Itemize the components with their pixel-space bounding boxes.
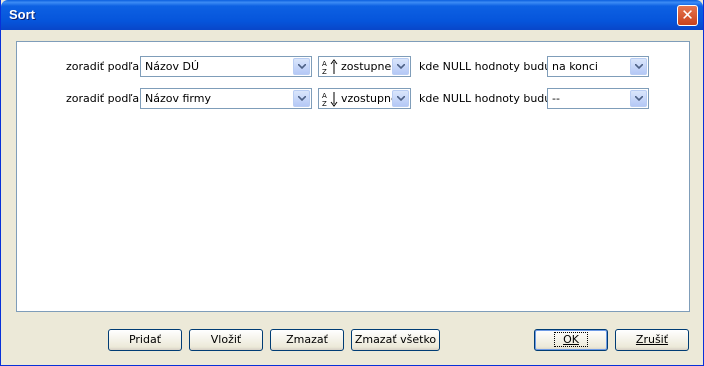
chevron-down-icon[interactable] <box>630 58 647 75</box>
delete-button[interactable]: Zmazať <box>270 329 344 351</box>
sort-field-value: Názov firmy <box>145 92 211 105</box>
svg-text:Z: Z <box>322 68 327 75</box>
sort-direction-select[interactable]: A Z zostupne <box>318 56 411 77</box>
svg-text:A: A <box>322 60 327 68</box>
add-button[interactable]: Pridať <box>108 329 182 351</box>
title-bar[interactable]: Sort ✕ <box>1 0 703 30</box>
svg-text:A: A <box>322 92 327 100</box>
cancel-button[interactable]: Zrušiť <box>615 329 689 351</box>
null-position-value: -- <box>552 92 560 105</box>
close-icon: ✕ <box>681 6 694 24</box>
chevron-down-icon[interactable] <box>630 90 647 107</box>
sort-field-select[interactable]: Názov DÚ <box>140 56 312 77</box>
sort-rule-row: zoradiť podľa Názov DÚ A Z zostupne kde … <box>17 56 689 78</box>
close-button[interactable]: ✕ <box>677 5 698 26</box>
sort-descending-icon: A Z <box>322 59 338 75</box>
null-position-label: kde NULL hodnoty budú <box>419 60 552 73</box>
null-position-select[interactable]: -- <box>547 88 649 109</box>
chevron-down-icon[interactable] <box>392 58 409 75</box>
cancel-button-label: Zrušiť <box>635 333 669 346</box>
sort-direction-value: vzostupne <box>341 92 398 105</box>
sort-dialog: Sort ✕ zoradiť podľa Názov DÚ A Z zostup… <box>0 0 704 366</box>
chevron-down-icon[interactable] <box>392 90 409 107</box>
sort-direction-select[interactable]: A Z vzostupne <box>318 88 411 109</box>
null-position-label: kde NULL hodnoty budú <box>419 92 552 105</box>
sort-field-select[interactable]: Názov firmy <box>140 88 312 109</box>
ok-button-label: OK <box>554 332 588 347</box>
sort-rule-row: zoradiť podľa Názov firmy A Z vzostupne … <box>17 88 689 110</box>
sort-by-label: zoradiť podľa <box>66 60 140 73</box>
null-position-value: na konci <box>552 60 598 73</box>
insert-button[interactable]: Vložiť <box>189 329 263 351</box>
svg-text:Z: Z <box>322 100 327 107</box>
ok-button[interactable]: OK <box>534 329 608 351</box>
null-position-select[interactable]: na konci <box>547 56 649 77</box>
chevron-down-icon[interactable] <box>293 90 310 107</box>
sort-direction-value: zostupne <box>341 60 392 73</box>
chevron-down-icon[interactable] <box>293 58 310 75</box>
sort-field-value: Názov DÚ <box>145 60 200 73</box>
sort-rules-panel: zoradiť podľa Názov DÚ A Z zostupne kde … <box>16 41 690 312</box>
delete-all-button[interactable]: Zmazať všetko <box>351 329 440 351</box>
sort-ascending-icon: A Z <box>322 92 338 107</box>
window-title: Sort <box>9 7 35 22</box>
sort-by-label: zoradiť podľa <box>66 92 140 105</box>
